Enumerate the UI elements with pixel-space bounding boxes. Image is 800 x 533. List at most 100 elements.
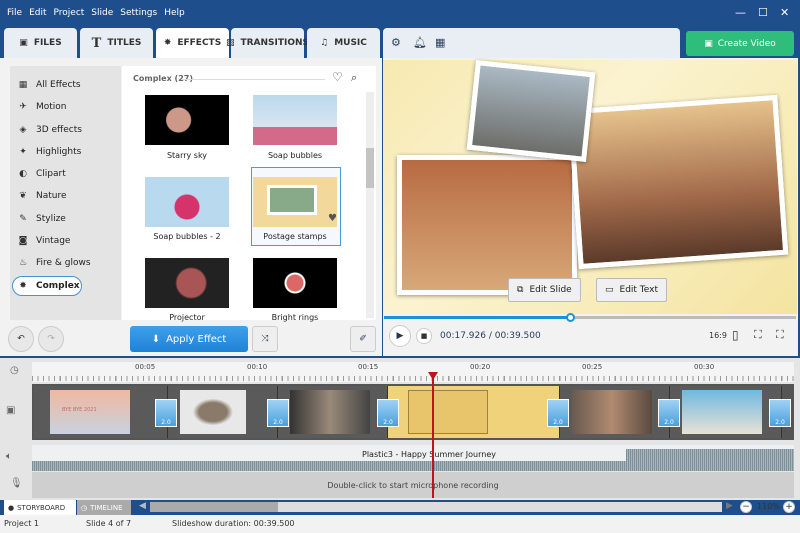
video-track-icon: ▣ <box>6 405 16 416</box>
search-icon[interactable]: ⌕ <box>351 71 357 85</box>
fullscreen-icon[interactable]: ⛶ <box>776 328 784 342</box>
scroll-thumb[interactable] <box>366 148 374 188</box>
menu-help[interactable]: Help <box>164 8 185 18</box>
menu-edit[interactable]: Edit <box>29 8 46 18</box>
slide-5[interactable] <box>560 386 670 438</box>
heart-icon[interactable]: ♡ <box>332 70 343 84</box>
timeline-scroll-thumb[interactable] <box>150 502 278 512</box>
zoom-out-button[interactable]: − <box>740 501 752 513</box>
mic-track[interactable]: Double-click to start microphone recordi… <box>32 472 794 498</box>
close-icon[interactable]: ✕ <box>780 6 789 19</box>
effect-label: Soap bubbles <box>267 151 323 160</box>
category-stylize[interactable]: ✎ Stylize <box>18 209 66 229</box>
transition-4[interactable]: 2.0 <box>547 399 569 427</box>
playhead[interactable] <box>432 374 434 498</box>
audio-track[interactable]: Plastic3 - Happy Summer Journey <box>32 445 794 471</box>
slide-2[interactable] <box>168 386 278 438</box>
slide-3[interactable] <box>278 386 388 438</box>
gear-icon[interactable]: ⚙ <box>391 36 401 49</box>
zoom-level: 110% <box>757 502 780 511</box>
minimize-icon[interactable]: — <box>735 6 746 19</box>
menu-project[interactable]: Project <box>54 8 85 18</box>
edit-text-button[interactable]: ▭ Edit Text <box>596 278 668 302</box>
preview-progress-bar[interactable] <box>384 316 796 319</box>
clear-effect-button[interactable]: ✐ <box>350 326 376 352</box>
edit-slide-button[interactable]: ⧉ Edit Slide <box>508 278 581 302</box>
time-readout: 00:17.926 / 00:39.500 <box>440 331 541 341</box>
play-button[interactable]: ▶ <box>389 325 411 347</box>
complex-icon: ✸ <box>19 281 27 291</box>
category-label: Fire & glows <box>36 258 91 268</box>
category-fire-glows[interactable]: ♨ Fire & glows <box>18 253 91 273</box>
category-3d-effects[interactable]: ◈ 3D effects <box>18 120 82 140</box>
progress-handle[interactable] <box>566 313 576 322</box>
timeline-scrollbar[interactable] <box>150 502 722 512</box>
category-nature[interactable]: ❦ Nature <box>18 186 66 206</box>
transition-3[interactable]: 2.0 <box>377 399 399 427</box>
scroll-right-icon[interactable]: ▶ <box>726 501 733 511</box>
grid-scrollbar[interactable] <box>366 92 374 318</box>
ruler-label: 00:20 <box>470 363 491 371</box>
brush-icon: ✎ <box>19 214 27 224</box>
clipart-icon: ◐ <box>19 169 27 179</box>
tab-effects[interactable]: ✸ EFFECTS <box>156 28 229 58</box>
category-all-effects[interactable]: ▦ All Effects <box>18 75 81 95</box>
aspect-ratio-button[interactable]: 16:9 <box>709 331 727 340</box>
maximize-icon[interactable]: ☐ <box>758 6 768 19</box>
menu-file[interactable]: File <box>7 8 22 18</box>
category-motion[interactable]: ✈ Motion <box>18 97 67 117</box>
scroll-left-icon[interactable]: ◀ <box>139 501 146 511</box>
running-icon: ✈ <box>19 102 27 112</box>
effect-label: Starry sky <box>166 151 208 160</box>
timeline-tab[interactable]: ◷ TIMELINE <box>77 500 131 515</box>
storyboard-icon: ● <box>8 503 15 512</box>
slide-6[interactable] <box>670 386 782 438</box>
redo-button[interactable]: ↷ <box>38 326 64 352</box>
stop-button[interactable]: ■ <box>416 328 432 344</box>
category-label: Motion <box>36 102 67 112</box>
category-highlights[interactable]: ✦ Highlights <box>18 142 81 162</box>
ruler-label: 00:15 <box>358 363 379 371</box>
tab-titles[interactable]: T TITLES <box>80 28 153 58</box>
category-vintage[interactable]: ◙ Vintage <box>18 231 71 251</box>
image-icon[interactable]: ▦ <box>435 36 445 49</box>
transition-2[interactable]: 2.0 <box>267 399 289 427</box>
fire-icon: ♨ <box>18 258 28 268</box>
effect-label: Projector <box>169 313 205 322</box>
timeline-icon: ◷ <box>81 503 88 512</box>
slide-1-thumb-text: BYE BYE 2021 <box>50 390 130 434</box>
effect-thumb-bright-rings[interactable] <box>253 258 337 308</box>
category-clipart[interactable]: ◐ Clipart <box>18 164 66 184</box>
transition-5[interactable]: 2.0 <box>658 399 680 427</box>
preview-image <box>383 59 797 314</box>
effect-thumb-projector[interactable] <box>145 258 229 308</box>
tab-transitions[interactable]: ▨ TRANSITIONS <box>226 28 309 58</box>
snapshot-icon[interactable]: ⛶ <box>754 328 762 342</box>
menu-settings[interactable]: Settings <box>120 8 157 18</box>
tab-files[interactable]: ▣ FILES <box>4 28 77 58</box>
effect-thumb-starry-sky[interactable] <box>145 95 229 145</box>
header-divider <box>183 79 325 80</box>
edit-slide-icon: ⧉ <box>517 285 524 295</box>
slide-4-selected[interactable] <box>388 386 560 438</box>
shuffle-button[interactable]: ⤨ <box>252 326 278 352</box>
apply-effect-button[interactable]: ⬇ Apply Effect <box>130 326 248 352</box>
transition-6[interactable]: 2.0 <box>769 399 791 427</box>
bell-icon[interactable]: 🔔︎ <box>413 36 427 49</box>
frame-icon[interactable]: ▯ <box>732 328 739 342</box>
category-complex[interactable]: ✸ Complex <box>18 276 79 296</box>
favorite-heart-icon[interactable]: ♥ <box>328 213 337 224</box>
tab-label: FILES <box>33 38 62 48</box>
effect-thumb-postage-stamps[interactable] <box>253 177 337 227</box>
zoom-in-button[interactable]: + <box>783 501 795 513</box>
effect-thumb-soap-bubbles-2[interactable] <box>145 177 229 227</box>
undo-button[interactable]: ↶ <box>8 326 34 352</box>
create-video-button[interactable]: ▣ Create Video <box>686 31 794 56</box>
tab-music[interactable]: ♫ MUSIC <box>307 28 380 58</box>
storyboard-tab[interactable]: ● STORYBOARD <box>4 500 76 515</box>
slide-1[interactable]: BYE BYE 2021 <box>34 386 168 438</box>
cube-icon: ◈ <box>19 125 27 135</box>
menu-slide[interactable]: Slide <box>91 8 113 18</box>
effect-thumb-soap-bubbles[interactable] <box>253 95 337 145</box>
transition-1[interactable]: 2.0 <box>155 399 177 427</box>
